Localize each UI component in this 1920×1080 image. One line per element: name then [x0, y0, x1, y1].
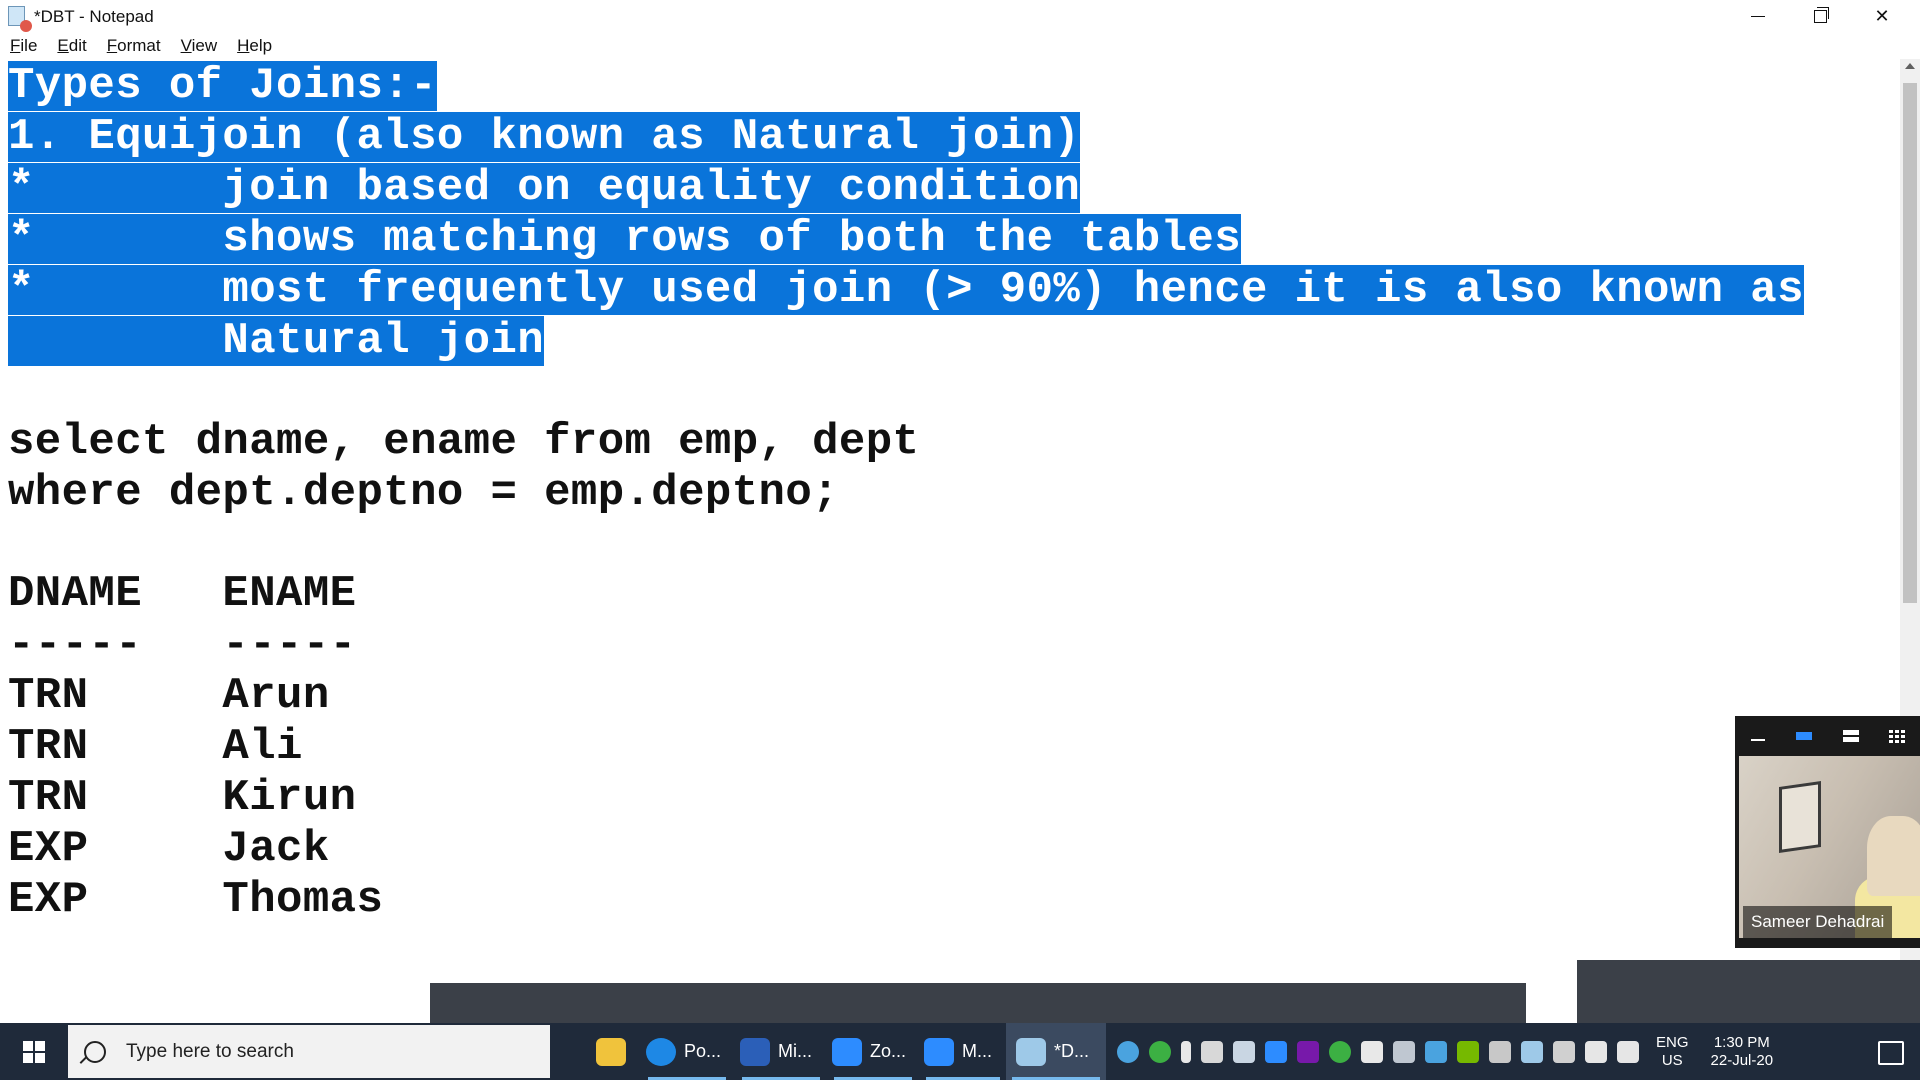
text-editor[interactable]: Types of Joins:- 1. Equijoin (also known… [0, 59, 1900, 1023]
scrollbar-thumb[interactable] [1903, 83, 1917, 603]
editor-line: * join based on equality condition [8, 163, 1081, 213]
microphone-icon[interactable] [1181, 1040, 1191, 1063]
notepad-icon[interactable] [6, 6, 32, 32]
editor-line: * shows matching rows of both the tables [8, 214, 1241, 264]
zoom-icon [832, 1037, 862, 1066]
strip-view-icon[interactable] [1841, 729, 1861, 743]
scroll-up-icon[interactable] [1905, 63, 1915, 69]
usb-icon[interactable] [1489, 1040, 1511, 1063]
taskbar-app-notepad[interactable]: *D... [1006, 1023, 1106, 1080]
onenote-icon[interactable] [1297, 1040, 1319, 1063]
minimize-button[interactable] [1727, 0, 1789, 33]
folder-icon [596, 1037, 626, 1066]
taskbar-search[interactable]: Type here to search [68, 1025, 550, 1078]
snowflake-icon[interactable] [1425, 1040, 1447, 1063]
system-tray: ENG US 1:30 PM 22-Jul-20 [1112, 1023, 1773, 1080]
notification-center-icon[interactable] [1878, 1041, 1904, 1065]
shield-icon[interactable] [1361, 1040, 1383, 1063]
steam-icon[interactable] [1233, 1040, 1255, 1063]
taskbar-app-zoom[interactable]: Zo... [828, 1023, 918, 1080]
wall-picture [1779, 781, 1821, 853]
window-title: *DBT - Notepad [34, 7, 154, 26]
editor-line: * most frequently used join (> 90%) henc… [8, 265, 1804, 315]
taskbar-app-zoom-meeting[interactable]: M... [920, 1023, 1006, 1080]
pen-icon[interactable] [1521, 1040, 1543, 1063]
close-icon: ✕ [1874, 6, 1890, 26]
zoom-tray-icon[interactable] [1265, 1040, 1287, 1063]
menu-view[interactable]: View [171, 33, 228, 59]
wifi-icon[interactable] [1393, 1040, 1415, 1063]
query-line: select dname, ename from emp, dept [8, 417, 920, 467]
zoom-meeting-icon [924, 1037, 954, 1066]
editor-line: Natural join [8, 316, 545, 366]
menu-help[interactable]: Help [227, 33, 282, 59]
result-row: EXP Jack [8, 824, 330, 874]
zoom-view-toolbar [1735, 716, 1920, 756]
close-button[interactable]: ✕ [1851, 0, 1913, 33]
restore-button[interactable] [1789, 0, 1851, 33]
zoom-video-panel[interactable]: Sameer Dehadrai [1735, 716, 1920, 948]
windows-logo-icon [23, 1040, 45, 1063]
start-button[interactable] [0, 1023, 68, 1080]
result-row: TRN Arun [8, 671, 330, 721]
ink-workspace-icon[interactable] [1617, 1040, 1639, 1063]
edge-icon [646, 1037, 676, 1066]
minimize-icon [1751, 16, 1765, 17]
file-explorer-button[interactable] [588, 1023, 634, 1080]
search-icon [84, 1040, 106, 1063]
restore-icon [1813, 7, 1829, 23]
participant-video: Sameer Dehadrai [1739, 756, 1920, 938]
help-icon[interactable] [1117, 1040, 1139, 1063]
bluetooth-icon[interactable] [1553, 1040, 1575, 1063]
nvidia-icon[interactable] [1457, 1040, 1479, 1063]
title-bar: *DBT - Notepad ✕ [0, 0, 1920, 33]
taskbar: Type here to search Po... Mi... Zo... M.… [0, 1023, 1920, 1080]
update-icon[interactable] [1329, 1040, 1351, 1063]
screen-share-overlay [430, 983, 1526, 1023]
notepad-taskbar-icon [1016, 1037, 1046, 1066]
speaker-view-icon[interactable] [1794, 729, 1814, 743]
taskbar-app-edge[interactable]: Po... [642, 1023, 732, 1080]
check-icon[interactable] [1149, 1040, 1171, 1063]
menu-format[interactable]: Format [97, 33, 171, 59]
screen-share-overlay [1577, 960, 1920, 1023]
language-indicator[interactable]: ENG US [1656, 1034, 1689, 1070]
result-row: EXP Thomas [8, 875, 384, 925]
card-icon[interactable] [1201, 1040, 1223, 1063]
taskbar-app-whiteboard[interactable]: Mi... [736, 1023, 826, 1080]
minimize-video-icon[interactable] [1748, 729, 1768, 743]
volume-icon[interactable] [1585, 1040, 1607, 1063]
gallery-view-icon[interactable] [1887, 729, 1907, 743]
result-row: TRN Kirun [8, 773, 357, 823]
result-separator: ----- ----- [8, 620, 357, 670]
clock[interactable]: 1:30 PM 22-Jul-20 [1711, 1034, 1774, 1070]
whiteboard-icon [740, 1037, 770, 1066]
search-placeholder: Type here to search [126, 1040, 294, 1062]
editor-line: 1. Equijoin (also known as Natural join) [8, 112, 1081, 162]
menu-bar: File Edit Format View Help [0, 33, 1920, 59]
query-line: where dept.deptno = emp.deptno; [8, 468, 839, 518]
menu-edit[interactable]: Edit [47, 33, 96, 59]
result-row: TRN Ali [8, 722, 303, 772]
menu-file[interactable]: File [0, 33, 47, 59]
participant-head [1867, 816, 1920, 896]
editor-line: Types of Joins:- [8, 61, 437, 111]
participant-name: Sameer Dehadrai [1743, 906, 1893, 938]
result-header: DNAME ENAME [8, 569, 357, 619]
